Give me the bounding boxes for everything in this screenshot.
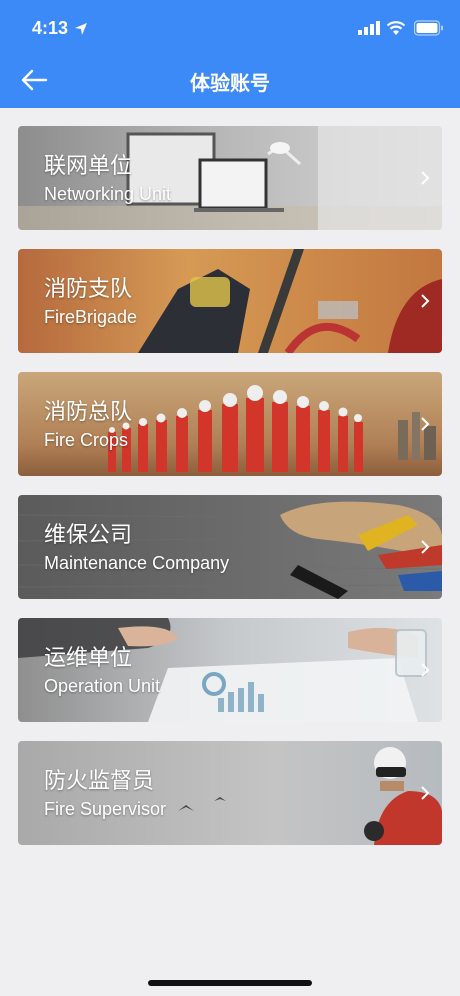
card-title-cn: 维保公司 <box>44 522 133 547</box>
status-time: 4:13 <box>32 18 69 38</box>
status-bar: 4:13 <box>0 14 460 44</box>
page-title: 体验账号 <box>190 73 270 95</box>
card-title-en: Networking Unit <box>44 184 172 204</box>
card-titles: 消防支队 FireBrigade <box>44 275 137 329</box>
battery-icon <box>414 20 443 36</box>
card-title-cn: 防火监督员 <box>44 768 155 793</box>
card-title-cn: 联网单位 <box>44 153 133 178</box>
chevron-right-icon <box>421 786 430 800</box>
chevron-right-icon <box>421 171 430 185</box>
wifi-icon <box>386 21 406 35</box>
card-title-en: FireBrigade <box>44 307 138 327</box>
location-arrow-icon <box>75 23 87 35</box>
account-list: 联网单位 Networking Unit 消防支队 FireBrigade 消防… <box>18 126 442 864</box>
card-title-cn: 消防总队 <box>44 399 133 424</box>
card-maintenance-company[interactable]: 维保公司 Maintenance Company <box>18 495 442 599</box>
card-titles: 运维单位 Operation Unit <box>44 644 160 698</box>
chevron-right-icon <box>421 663 430 677</box>
card-title-cn: 消防支队 <box>44 276 133 301</box>
card-titles: 联网单位 Networking Unit <box>44 152 171 206</box>
card-fire-supervisor[interactable]: 防火监督员 Fire Supervisor <box>18 741 442 845</box>
card-operation-unit[interactable]: 运维单位 Operation Unit <box>18 618 442 722</box>
card-fire-crops[interactable]: 消防总队 Fire Crops <box>18 372 442 476</box>
home-indicator[interactable] <box>148 980 312 986</box>
chevron-right-icon <box>421 417 430 431</box>
card-titles: 维保公司 Maintenance Company <box>44 521 229 575</box>
card-title-en: Operation Unit <box>44 676 161 696</box>
card-titles: 防火监督员 Fire Supervisor <box>44 767 166 821</box>
header: 4:13 体验账号 <box>0 0 460 108</box>
chevron-right-icon <box>421 294 430 308</box>
card-networking-unit[interactable]: 联网单位 Networking Unit <box>18 126 442 230</box>
card-firebrigade[interactable]: 消防支队 FireBrigade <box>18 249 442 353</box>
card-title-en: Maintenance Company <box>44 553 230 573</box>
card-title-cn: 运维单位 <box>44 645 133 670</box>
card-title-en: Fire Crops <box>44 430 129 450</box>
cellular-signal-icon <box>358 21 380 35</box>
chevron-right-icon <box>421 540 430 554</box>
card-titles: 消防总队 Fire Crops <box>44 398 132 452</box>
card-title-en: Fire Supervisor <box>44 799 167 819</box>
